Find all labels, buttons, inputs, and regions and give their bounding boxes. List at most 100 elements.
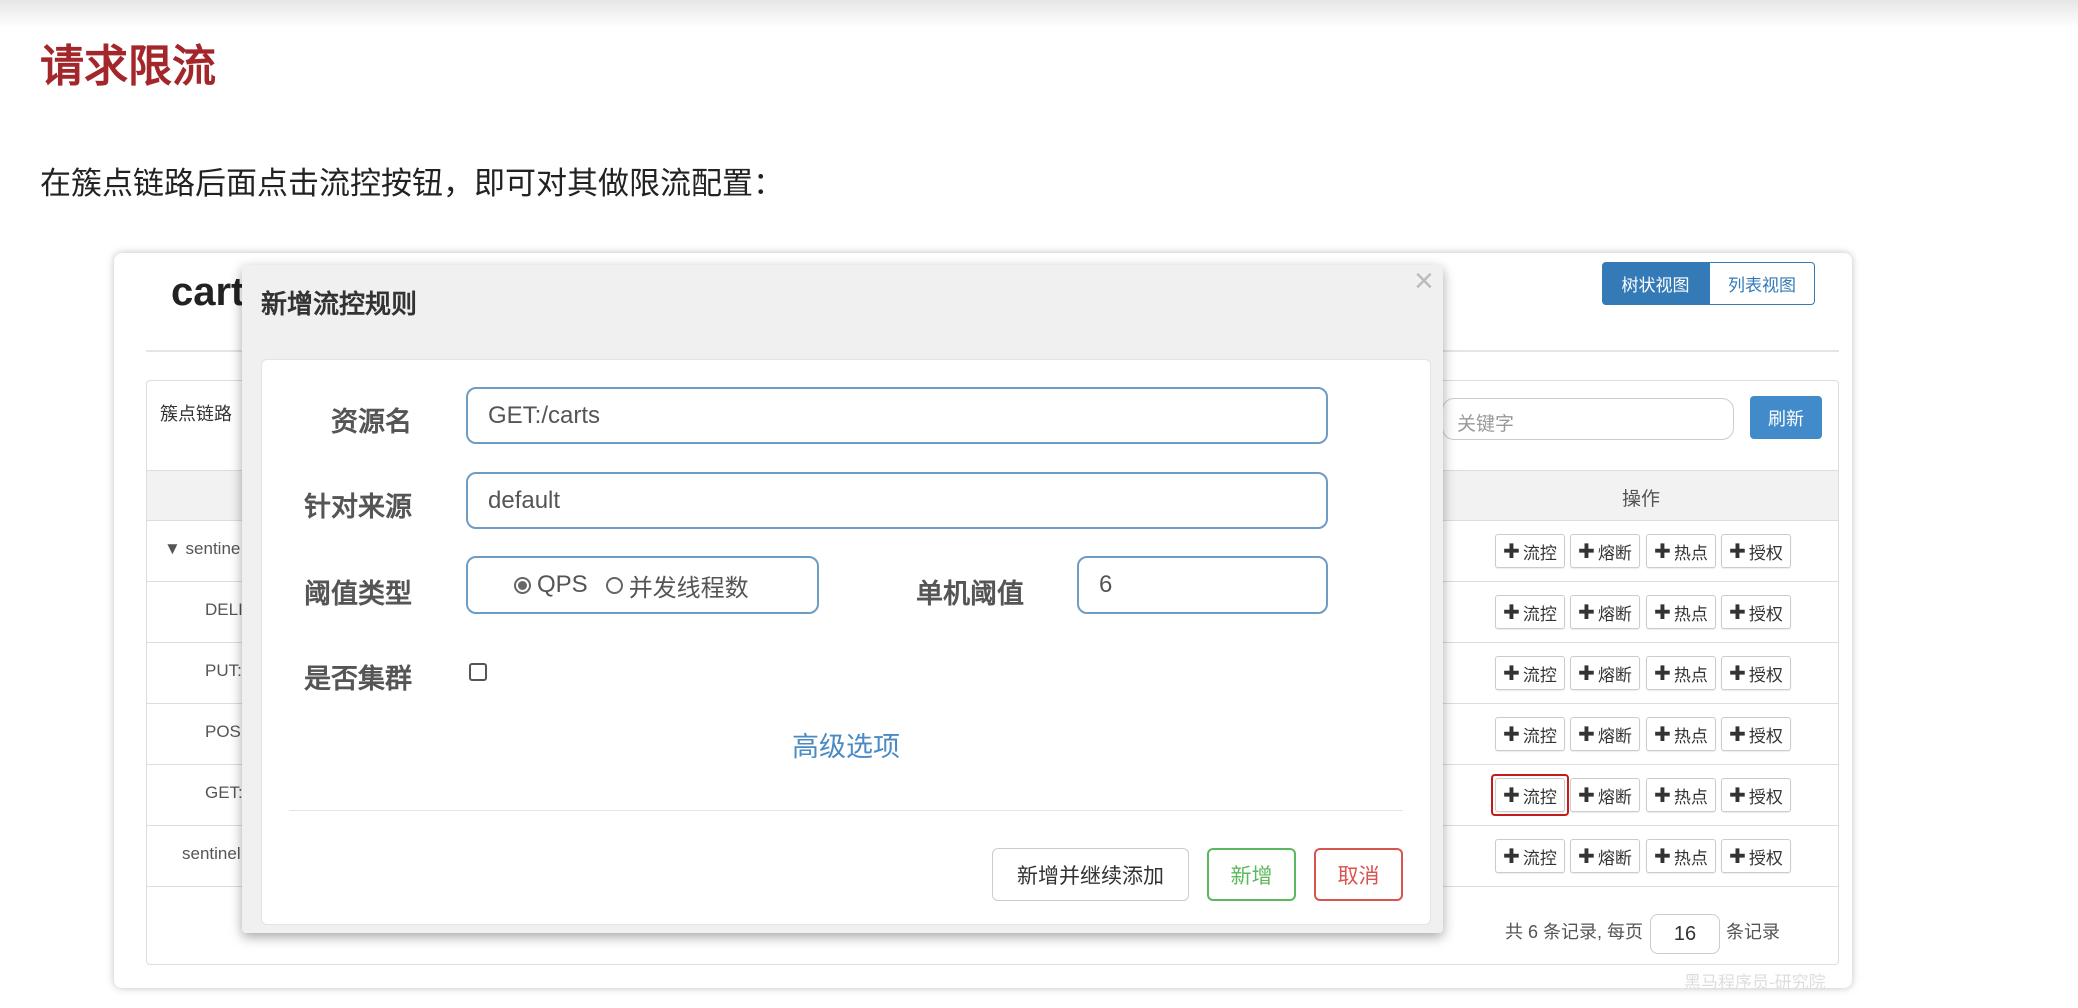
plus-icon: ✚ xyxy=(1729,845,1746,868)
degrade-button[interactable]: ✚ 熔断 xyxy=(1570,534,1640,568)
authority-button[interactable]: ✚ 授权 xyxy=(1721,839,1791,873)
action-label: 熔断 xyxy=(1597,604,1632,624)
plus-icon: ✚ xyxy=(1503,601,1520,624)
ops-column-header: 操作 xyxy=(1622,489,1661,510)
flow-button[interactable]: ✚ 流控 xyxy=(1495,717,1565,751)
plus-icon: ✚ xyxy=(1503,662,1520,685)
authority-button[interactable]: ✚ 授权 xyxy=(1721,656,1791,690)
authority-button[interactable]: ✚ 授权 xyxy=(1721,534,1791,568)
plus-icon: ✚ xyxy=(1729,784,1746,807)
flow-button[interactable]: ✚ 流控 xyxy=(1495,656,1565,690)
threshold-input[interactable]: 6 xyxy=(1077,556,1328,614)
plus-icon: ✚ xyxy=(1578,540,1595,563)
action-cell: ✚ 熔断 xyxy=(1570,595,1640,629)
action-cell: ✚ 熔断 xyxy=(1570,717,1640,751)
action-label: 授权 xyxy=(1748,848,1783,868)
degrade-button[interactable]: ✚ 熔断 xyxy=(1570,656,1640,690)
cancel-button[interactable]: 取消 xyxy=(1314,848,1403,901)
plus-icon: ✚ xyxy=(1578,845,1595,868)
action-cell: ✚ 授权 xyxy=(1721,656,1791,690)
watermark: 黑马程序员-研究院 xyxy=(1684,973,1826,992)
section-heading: 请求限流 xyxy=(40,42,216,91)
cluster-checkbox[interactable] xyxy=(469,663,487,681)
degrade-button[interactable]: ✚ 熔断 xyxy=(1570,595,1640,629)
dialog-title: 新增流控规则 xyxy=(261,289,418,319)
action-cell: ✚ 热点 xyxy=(1646,778,1716,812)
action-label: 流控 xyxy=(1522,665,1557,685)
qps-label: QPS xyxy=(537,571,588,598)
authority-button[interactable]: ✚ 授权 xyxy=(1721,717,1791,751)
resource-label: 资源名 xyxy=(331,407,412,437)
action-label: 授权 xyxy=(1748,665,1783,685)
plus-icon: ✚ xyxy=(1654,601,1671,624)
action-cell: ✚ 流控 xyxy=(1495,656,1565,690)
keyword-search-input[interactable]: 关键字 xyxy=(1442,398,1734,440)
app-title: cart xyxy=(171,270,245,314)
action-cell: ✚ 热点 xyxy=(1646,717,1716,751)
resource-name: POS xyxy=(205,722,241,741)
threshold-label: 单机阈值 xyxy=(916,579,1024,609)
action-cell: ✚ 流控 xyxy=(1495,534,1565,568)
add-button[interactable]: 新增 xyxy=(1207,848,1296,901)
origin-input[interactable]: default xyxy=(466,472,1328,529)
plus-icon: ✚ xyxy=(1503,540,1520,563)
action-label: 流控 xyxy=(1522,543,1557,563)
qps-radio[interactable] xyxy=(514,576,531,594)
action-label: 授权 xyxy=(1748,604,1783,624)
hotspot-button[interactable]: ✚ 热点 xyxy=(1646,656,1716,690)
action-cell: ✚ 授权 xyxy=(1721,717,1791,751)
authority-button[interactable]: ✚ 授权 xyxy=(1721,778,1791,812)
plus-icon: ✚ xyxy=(1578,784,1595,807)
resource-name: sentinel xyxy=(182,844,241,863)
cluster-label: 是否集群 xyxy=(304,664,412,694)
hotspot-button[interactable]: ✚ 热点 xyxy=(1646,839,1716,873)
threshold-type-label: 阈值类型 xyxy=(304,579,412,609)
plus-icon: ✚ xyxy=(1729,601,1746,624)
hotspot-button[interactable]: ✚ 热点 xyxy=(1646,717,1716,751)
close-icon[interactable]: × xyxy=(1414,262,1434,301)
plus-icon: ✚ xyxy=(1729,662,1746,685)
degrade-button[interactable]: ✚ 熔断 xyxy=(1570,839,1640,873)
flow-button[interactable]: ✚ 流控 xyxy=(1495,778,1565,812)
advanced-options-link[interactable]: 高级选项 xyxy=(792,725,900,764)
action-cell: ✚ 熔断 xyxy=(1570,656,1640,690)
degrade-button[interactable]: ✚ 熔断 xyxy=(1570,778,1640,812)
action-cell: ✚ 流控 xyxy=(1495,839,1565,873)
hotspot-button[interactable]: ✚ 热点 xyxy=(1646,595,1716,629)
flow-button[interactable]: ✚ 流控 xyxy=(1495,534,1565,568)
action-label: 热点 xyxy=(1673,787,1708,807)
plus-icon: ✚ xyxy=(1729,540,1746,563)
action-cell: ✚ 热点 xyxy=(1646,656,1716,690)
action-label: 热点 xyxy=(1673,848,1708,868)
tree-view-tab[interactable]: 树状视图 xyxy=(1602,262,1709,305)
action-label: 流控 xyxy=(1522,787,1557,807)
page-size-input[interactable]: 16 xyxy=(1650,914,1720,954)
plus-icon: ✚ xyxy=(1578,723,1595,746)
threads-radio[interactable] xyxy=(605,576,623,594)
refresh-button[interactable]: 刷新 xyxy=(1750,396,1822,439)
dialog-divider xyxy=(289,810,1403,811)
action-label: 熔断 xyxy=(1597,543,1632,563)
flow-button[interactable]: ✚ 流控 xyxy=(1495,839,1565,873)
resource-input[interactable]: GET:/carts xyxy=(466,387,1328,444)
action-cell: ✚ 熔断 xyxy=(1570,534,1640,568)
threads-label: 并发线程数 xyxy=(628,574,749,602)
list-view-tab[interactable]: 列表视图 xyxy=(1709,262,1815,305)
hotspot-button[interactable]: ✚ 热点 xyxy=(1646,778,1716,812)
degrade-button[interactable]: ✚ 熔断 xyxy=(1570,717,1640,751)
plus-icon: ✚ xyxy=(1729,723,1746,746)
plus-icon: ✚ xyxy=(1654,845,1671,868)
threshold-type-group: QPS 并发线程数 xyxy=(466,556,819,614)
plus-icon: ✚ xyxy=(1503,845,1520,868)
action-label: 热点 xyxy=(1673,726,1708,746)
flow-button[interactable]: ✚ 流控 xyxy=(1495,595,1565,629)
action-cell: ✚ 熔断 xyxy=(1570,839,1640,873)
plus-icon: ✚ xyxy=(1654,784,1671,807)
add-and-continue-button[interactable]: 新增并继续添加 xyxy=(992,848,1189,901)
authority-button[interactable]: ✚ 授权 xyxy=(1721,595,1791,629)
hotspot-button[interactable]: ✚ 热点 xyxy=(1646,534,1716,568)
action-label: 熔断 xyxy=(1597,848,1632,868)
action-cell: ✚ 授权 xyxy=(1721,534,1791,568)
plus-icon: ✚ xyxy=(1503,723,1520,746)
plus-icon: ✚ xyxy=(1654,540,1671,563)
